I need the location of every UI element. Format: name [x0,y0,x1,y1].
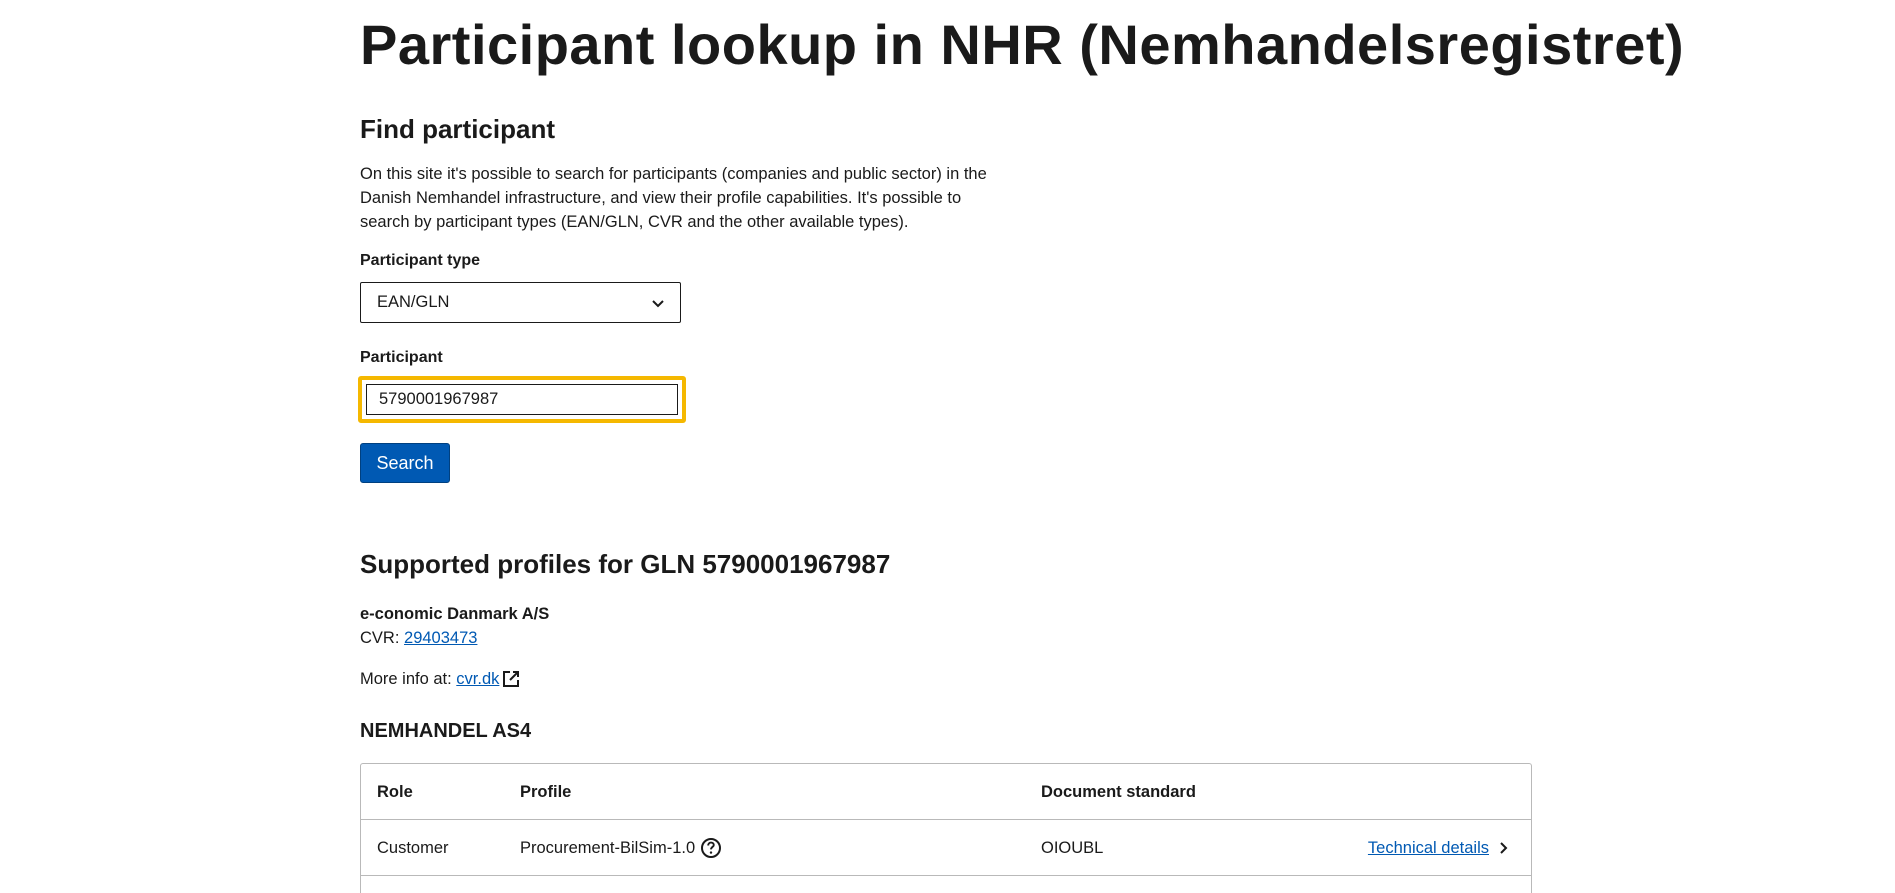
cvr-line: CVR: 29403473 [360,629,477,648]
nemhandel-as4-section-title: NEMHANDEL AS4 [360,720,532,742]
more-info-label: More info at: [360,669,457,688]
cvr-label: CVR: [360,629,405,647]
cell-document-standard: OIOUBL [1041,838,1104,857]
participant-type-label: Participant type [360,252,481,269]
supported-profiles-heading: Supported profiles for GLN 5790001967987 [360,549,891,579]
participant-type-select[interactable]: EAN/GLN [360,282,681,323]
cell-role: Customer [377,838,449,857]
intro-text: On this site it's possible to search for… [360,165,987,231]
page-title: Participant lookup in NHR (Nemhandelsreg… [360,13,1685,76]
chevron-right-icon [1500,842,1508,854]
external-link-icon [503,671,520,687]
technical-details-link[interactable]: Technical details [1368,820,1511,876]
header-document-standard: Document standard [1041,782,1196,801]
more-info-line: More info at: cvr.dk [360,669,521,689]
chevron-down-icon [652,300,664,308]
profile-name: Procurement-BilSim-1.0 [520,838,696,857]
search-button[interactable]: Search [360,443,450,483]
company-name: e-conomic Danmark A/S [360,605,550,623]
profiles-table: Role Profile Document standard Customer … [360,763,1532,893]
page: Participant lookup in NHR (Nemhandelsreg… [0,0,1895,893]
technical-details-label: Technical details [1367,838,1489,857]
header-role: Role [377,782,413,801]
participant-input[interactable]: 5790001967987 [366,384,678,415]
participant-type-value: EAN/GLN [377,293,450,311]
participant-input-focus-ring: 5790001967987 [358,376,686,423]
question-circle-icon[interactable] [700,837,722,859]
cell-profile: Procurement-BilSim-1.0 [520,820,722,876]
cvr-dk-link[interactable]: cvr.dk [456,670,499,689]
find-participant-heading: Find participant [360,114,555,144]
participant-label: Participant [360,349,443,366]
cvr-link[interactable]: 29403473 [404,629,477,647]
table-header-row: Role Profile Document standard [361,764,1531,820]
header-profile: Profile [520,782,572,801]
table-row: Customer Procurement-BilSim-1.0 OIOUBL T… [361,820,1531,876]
